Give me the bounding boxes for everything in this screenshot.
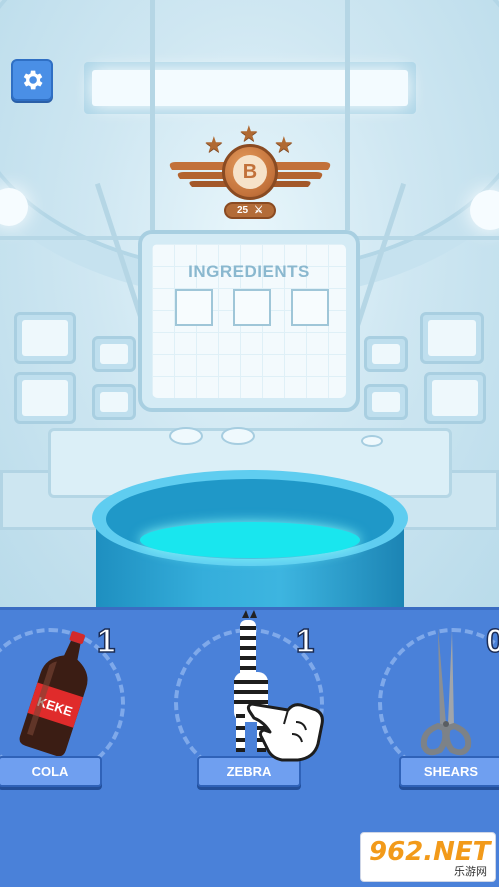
rank-level-value: 25: [236, 205, 249, 216]
ingredient-slot: [291, 289, 329, 326]
wall-monitor: [364, 384, 408, 420]
pole: [345, 0, 350, 230]
item-label-cola: COLA: [0, 756, 102, 787]
ingredients-title: INGREDIENTS: [188, 262, 310, 281]
star-icon: ★: [204, 132, 224, 157]
item-count: 1: [295, 621, 315, 660]
site-watermark: 962.NET 乐游网: [360, 832, 496, 882]
desk-dial: [361, 435, 383, 447]
item-label-shears: SHEARS: [399, 756, 499, 787]
watermark-caption: 乐游网: [454, 865, 487, 878]
desk-dial: [221, 427, 255, 445]
wall-monitor: [14, 372, 76, 424]
wall-monitor: [424, 372, 486, 424]
lab-background: INGREDIENTS: [0, 0, 499, 607]
settings-button[interactable]: [11, 59, 53, 101]
cola-bottle-icon: KEKE: [19, 631, 88, 757]
rank-level: 25 ⚔: [224, 202, 276, 219]
gear-icon: [23, 70, 43, 90]
wall-monitor: [364, 336, 408, 372]
ceiling-light: [84, 62, 416, 114]
desk-dial: [169, 427, 203, 445]
item-count: 0: [485, 621, 499, 660]
rank-badge: ★ ★ ★ B 25 ⚔: [160, 120, 340, 225]
shears-icon: [420, 628, 472, 756]
rank-coin: B: [222, 144, 278, 200]
item-shears[interactable]: 0 SHEARS: [378, 620, 499, 787]
rank-letter: B: [233, 155, 267, 189]
ingredients-board: INGREDIENTS: [138, 230, 360, 412]
pole: [150, 0, 155, 230]
wall-monitor: [92, 336, 136, 372]
wall-monitor: [14, 312, 76, 364]
wall-monitor: [420, 312, 484, 364]
item-cola[interactable]: 1 KEKE COLA: [0, 620, 125, 787]
pot-liquid: [140, 522, 360, 558]
mixing-pot[interactable]: [92, 470, 408, 607]
ingredient-slot: [233, 289, 271, 326]
star-icon: ★: [274, 132, 294, 157]
wall-monitor: [92, 384, 136, 420]
sword-icon: ⚔: [254, 205, 264, 216]
pointing-hand-icon: [246, 702, 324, 762]
ingredient-slot: [175, 289, 213, 326]
